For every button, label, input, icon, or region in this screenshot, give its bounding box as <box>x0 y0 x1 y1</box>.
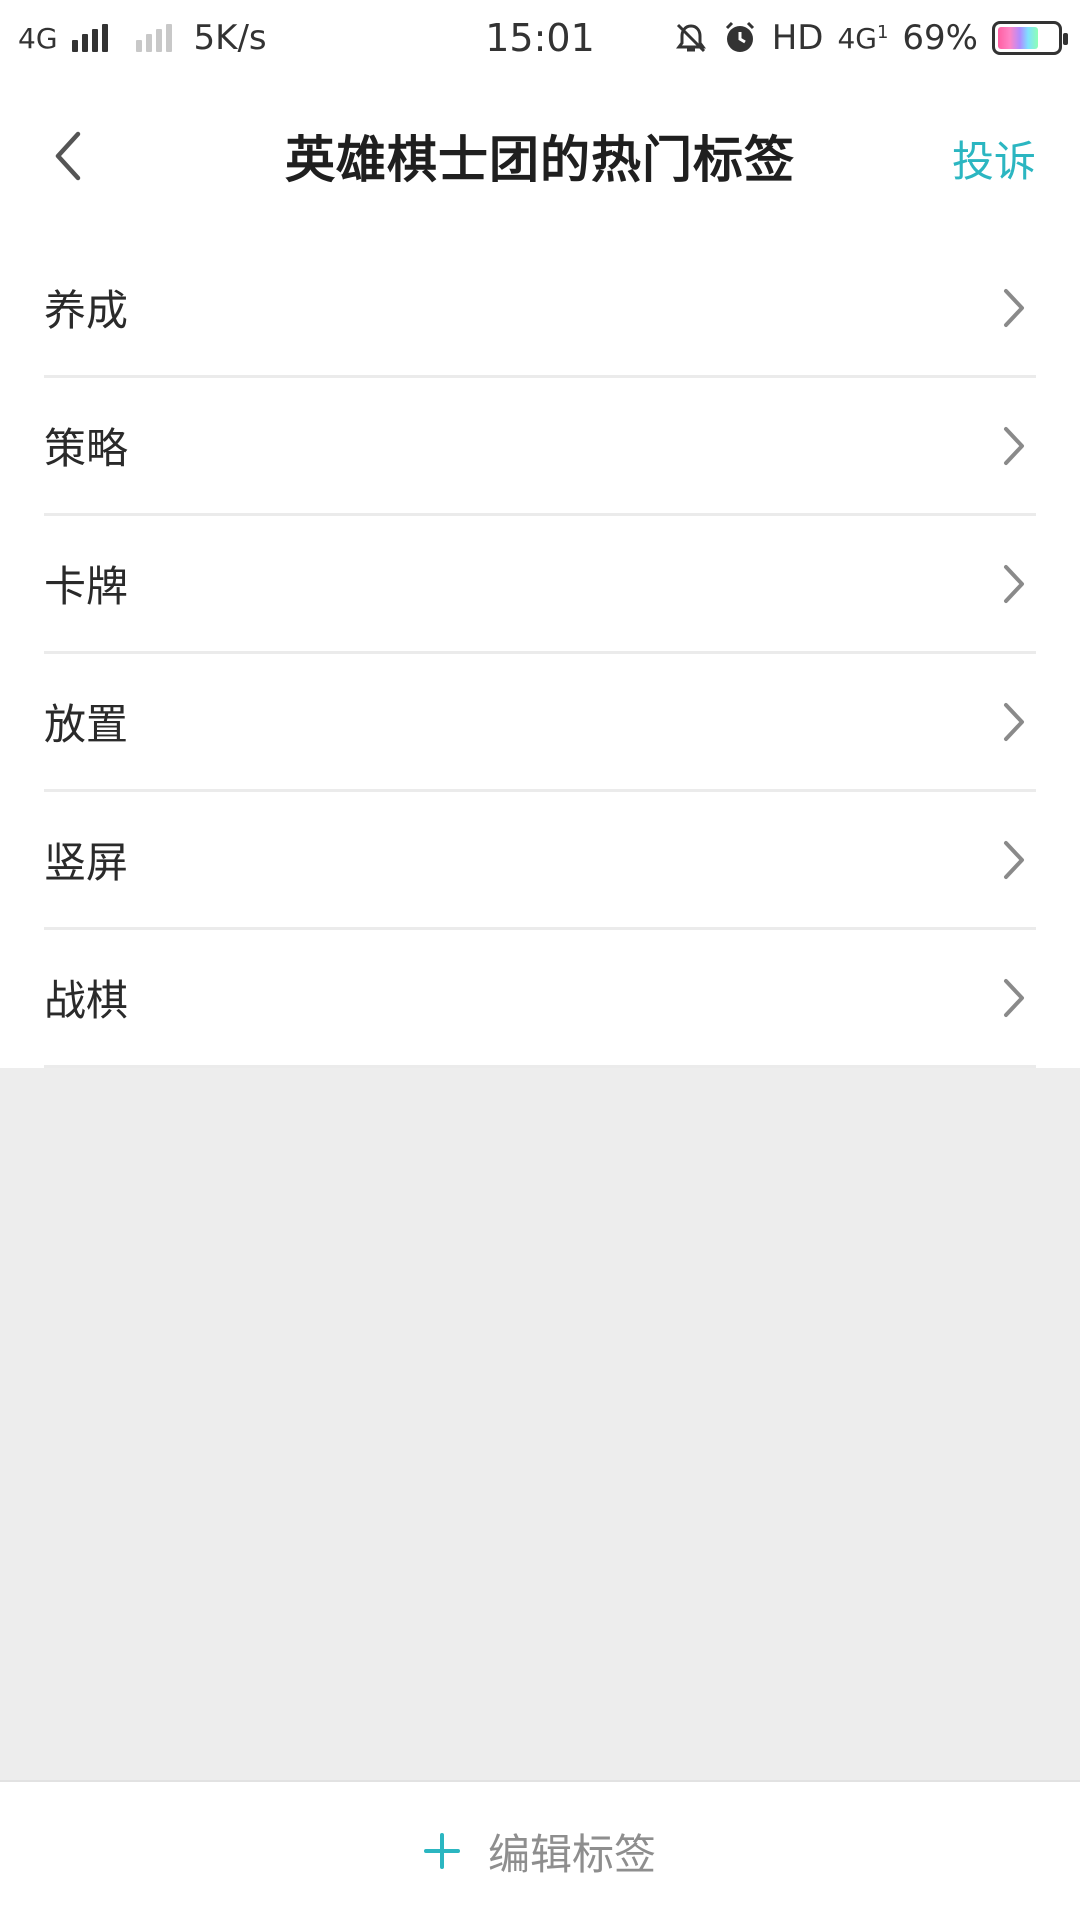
empty-area <box>0 1068 1080 1780</box>
tag-item[interactable]: 放置 <box>44 654 1036 792</box>
tag-label: 放置 <box>44 700 129 749</box>
status-right: HD 4G 1 69% <box>674 18 1068 58</box>
chevron-right-icon <box>996 835 1032 885</box>
header: 英雄棋士团的热门标签 投诉 <box>0 100 1080 212</box>
network-speed: 5K/s <box>193 18 267 58</box>
tag-item[interactable]: 策略 <box>44 378 1036 516</box>
chevron-left-icon <box>55 131 81 181</box>
tag-item[interactable]: 养成 <box>44 240 1036 378</box>
network-type: 4G <box>18 21 58 55</box>
network-indicator: 4G 1 <box>837 22 888 55</box>
bottom-bar: 编辑标签 <box>0 1780 1080 1920</box>
chevron-right-icon <box>996 973 1032 1023</box>
tag-label: 养成 <box>44 286 129 335</box>
plus-icon <box>423 1833 460 1869</box>
battery-fill <box>998 27 1039 49</box>
chevron-right-icon <box>996 421 1032 471</box>
report-button[interactable]: 投诉 <box>952 128 1036 189</box>
tags-page: 4G 5K/s 15:01 HD 4G 1 69% 英雄棋士团的热门标签 投诉 … <box>0 0 1080 1920</box>
tag-label: 战棋 <box>44 976 129 1025</box>
tag-item[interactable]: 战棋 <box>44 930 1036 1068</box>
battery-icon <box>992 21 1068 55</box>
hd-label: HD <box>771 18 824 58</box>
chevron-right-icon <box>996 559 1032 609</box>
tag-list: 养成 策略 卡牌 放置 竖屏 战棋 <box>0 240 1080 1068</box>
tag-label: 竖屏 <box>44 838 129 887</box>
back-button[interactable] <box>36 124 100 188</box>
signal-secondary-icon <box>135 24 172 52</box>
page-title: 英雄棋士团的热门标签 <box>285 131 795 189</box>
network-right-sub: 1 <box>876 21 889 43</box>
edit-tags-label: 编辑标签 <box>487 1829 656 1879</box>
edit-tags-button[interactable]: 编辑标签 <box>423 1821 656 1882</box>
status-bar: 4G 5K/s 15:01 HD 4G 1 69% <box>0 0 1080 76</box>
network-right: 4G <box>837 21 877 55</box>
tag-label: 卡牌 <box>44 562 129 611</box>
tag-item[interactable]: 卡牌 <box>44 516 1036 654</box>
alarm-icon <box>725 21 754 52</box>
chevron-right-icon <box>996 283 1032 333</box>
chevron-right-icon <box>996 697 1032 747</box>
tag-label: 策略 <box>44 424 129 473</box>
status-left: 4G 5K/s <box>18 18 267 58</box>
mute-icon <box>675 23 706 53</box>
signal-icon <box>71 24 108 52</box>
battery-percent: 69% <box>902 18 978 58</box>
tag-item[interactable]: 竖屏 <box>44 792 1036 930</box>
